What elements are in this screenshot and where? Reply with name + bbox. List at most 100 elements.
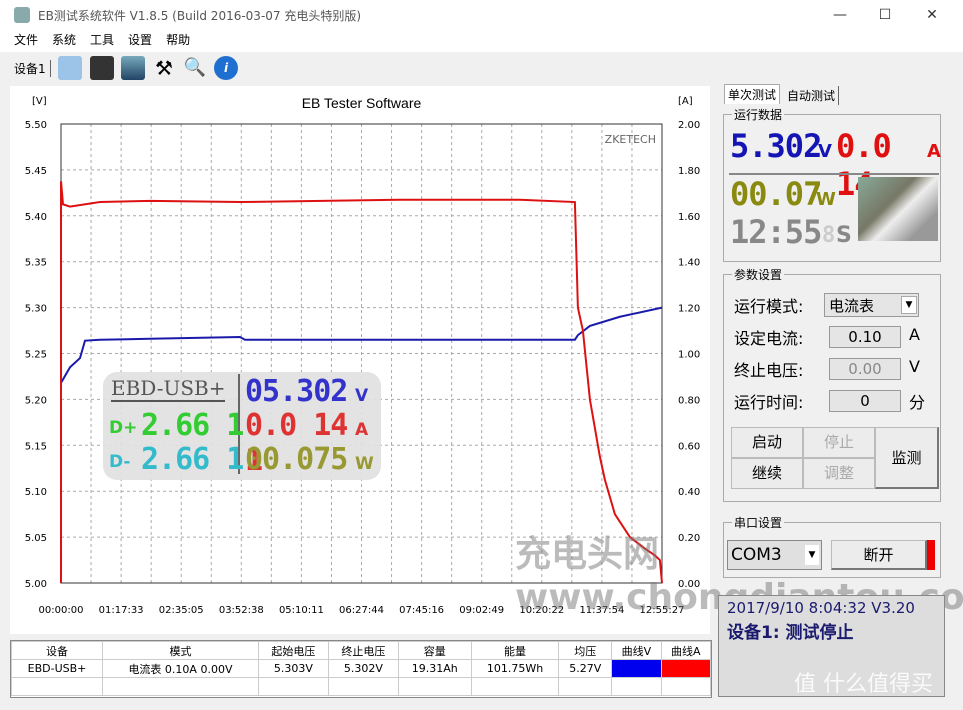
param-group: 参数设置 运行模式: 电流表 ▼ 设定电流: 0.10 A 终止电压: 0.00 … [723, 266, 941, 502]
x-tick: 00:00:00 [39, 605, 84, 616]
mode-select[interactable]: 电流表 ▼ [824, 293, 919, 317]
save-icon[interactable] [90, 56, 114, 80]
stop-voltage-input[interactable]: 0.00 [829, 358, 901, 380]
chart-title: EB Tester Software [302, 95, 422, 111]
run-time-unit: S [836, 223, 852, 248]
x-tick: 09:02:49 [459, 605, 504, 616]
start-button[interactable]: 启动 [731, 427, 803, 458]
table-cell: 5.302V [327, 659, 399, 678]
disconnect-button[interactable]: 断开 [831, 540, 927, 570]
y-tick-right: 0.80 [678, 395, 700, 406]
device-name: EBD-USB+ [111, 376, 226, 402]
power-unit: W [355, 454, 374, 474]
table-cell [660, 659, 712, 678]
x-tick: 06:27:44 [339, 605, 384, 616]
status-datetime: 2017/9/10 8:04:32 V3.20 [727, 599, 915, 617]
chevron-down-icon[interactable]: ▼ [901, 296, 917, 314]
status-message: 设备1: 测试停止 [727, 623, 854, 643]
y-tick-right: 1.40 [678, 258, 700, 269]
table-cell: 5.303V [257, 659, 329, 678]
search-icon[interactable]: 🔍 [183, 56, 207, 80]
column-header: 容量 [397, 641, 472, 660]
maximize-button[interactable]: ☐ [870, 4, 900, 26]
run-data-group: 运行数据 5.302 V 0.0 14 A 00.07 W 12:55 8 S [723, 106, 941, 262]
right-panel: 单次测试 自动测试 运行数据 5.302 V 0.0 14 A 00.07 W … [718, 84, 945, 590]
folder-open-icon[interactable] [58, 56, 82, 80]
minimize-button[interactable]: — [825, 4, 855, 26]
x-tick: 02:35:05 [159, 605, 204, 616]
column-header: 终止电压 [327, 641, 399, 660]
y-tick-right: 1.00 [678, 350, 700, 361]
close-button[interactable]: ✕ [917, 4, 947, 26]
menu-settings[interactable]: 设置 [128, 30, 152, 50]
y-tick-left: 5.25 [25, 350, 47, 361]
mode-value: 电流表 [829, 297, 875, 315]
chart-watermark: ZKETECH [605, 133, 656, 146]
y-tick-left: 5.05 [25, 533, 47, 544]
watermark-smzdm: 值 什么值得买 [794, 672, 933, 697]
table-cell: 19.31Ah [397, 659, 472, 678]
table-cell: EBD-USB+ [10, 659, 104, 678]
x-tick: 07:45:16 [399, 605, 444, 616]
table-cell: 101.75Wh [470, 659, 560, 678]
column-header: 曲线V [611, 641, 662, 660]
com-port-select[interactable]: COM3 ▼ [727, 540, 822, 570]
run-voltage-unit: V [818, 141, 832, 162]
monitor-button[interactable]: 监测 [875, 427, 939, 489]
y-tick-right: 1.60 [678, 212, 700, 223]
current-label: 设定电流: [734, 329, 804, 348]
y-tick-left: 5.30 [25, 304, 47, 315]
table-cell: 5.27V [558, 659, 613, 678]
x-tick: 01:17:33 [99, 605, 144, 616]
column-header: 起始电压 [257, 641, 329, 660]
y-tick-right: 1.20 [678, 304, 700, 315]
tab-single-test[interactable]: 单次测试 [724, 84, 781, 104]
dminus-label: D- [109, 452, 131, 472]
menu-help[interactable]: 帮助 [166, 30, 190, 50]
table-row[interactable]: EBD-USB+ 电流表 0.10A 0.00V 5.303V 5.302V 19.31… [10, 659, 712, 678]
stopv-label: 终止电压: [734, 361, 804, 380]
group-label: 串口设置 [732, 514, 785, 531]
device-tab[interactable]: 设备1 [14, 60, 51, 77]
tab-auto-test[interactable]: 自动测试 [784, 86, 840, 105]
menu-tools[interactable]: 工具 [90, 30, 114, 50]
y-tick-right: 1.80 [678, 166, 700, 177]
ebd-usb-display: EBD-USB+ D+ 2.66 1 D- 2.66 1 05.302 V 0.… [103, 372, 381, 480]
menu-file[interactable]: 文件 [14, 30, 38, 50]
voltage-unit: V [355, 386, 369, 406]
run-time-input[interactable]: 0 [829, 390, 901, 412]
y-tick-left: 5.50 [25, 120, 47, 131]
menu-system[interactable]: 系统 [52, 30, 76, 50]
table-cell: 电流表 0.10A 0.00V [102, 659, 259, 678]
run-current-unit: A [927, 141, 941, 162]
stop-button[interactable]: 停止 [803, 427, 875, 458]
image-icon[interactable] [121, 56, 145, 80]
y-axis-right-label: [A] [678, 96, 693, 107]
y-tick-right: 2.00 [678, 120, 700, 131]
run-time: 12:55 [730, 213, 822, 251]
y-tick-left: 5.45 [25, 166, 47, 177]
info-icon[interactable]: i [214, 56, 238, 80]
x-tick: 03:52:38 [219, 605, 264, 616]
y-tick-right: 0.40 [678, 487, 700, 498]
mode-label: 运行模式: [734, 297, 804, 316]
adjust-button[interactable]: 调整 [803, 458, 875, 489]
chevron-down-icon[interactable]: ▼ [805, 545, 819, 565]
y-tick-left: 5.00 [25, 579, 47, 590]
continue-button[interactable]: 继续 [731, 458, 803, 489]
serial-group: 串口设置 COM3 ▼ 断开 [723, 514, 941, 578]
window-title: EB测试系统软件 V1.8.5 (Build 2016-03-07 充电头特别版… [38, 9, 362, 23]
voltage-value: 05.302 [245, 374, 348, 409]
time-label: 运行时间: [734, 393, 804, 412]
group-label: 参数设置 [732, 266, 785, 283]
menu-bar: 文件 系统 工具 设置 帮助 [0, 30, 963, 52]
current-unit: A [909, 325, 920, 344]
y-tick-left: 5.35 [25, 258, 47, 269]
run-time-sec: 8 [822, 223, 835, 248]
com-value: COM3 [731, 545, 782, 565]
set-current-input[interactable]: 0.10 [829, 326, 901, 348]
tools-icon[interactable]: ⚒ [152, 56, 176, 80]
x-tick: 05:10:11 [279, 605, 324, 616]
y-tick-left: 5.15 [25, 441, 47, 452]
column-header: 模式 [102, 641, 259, 660]
